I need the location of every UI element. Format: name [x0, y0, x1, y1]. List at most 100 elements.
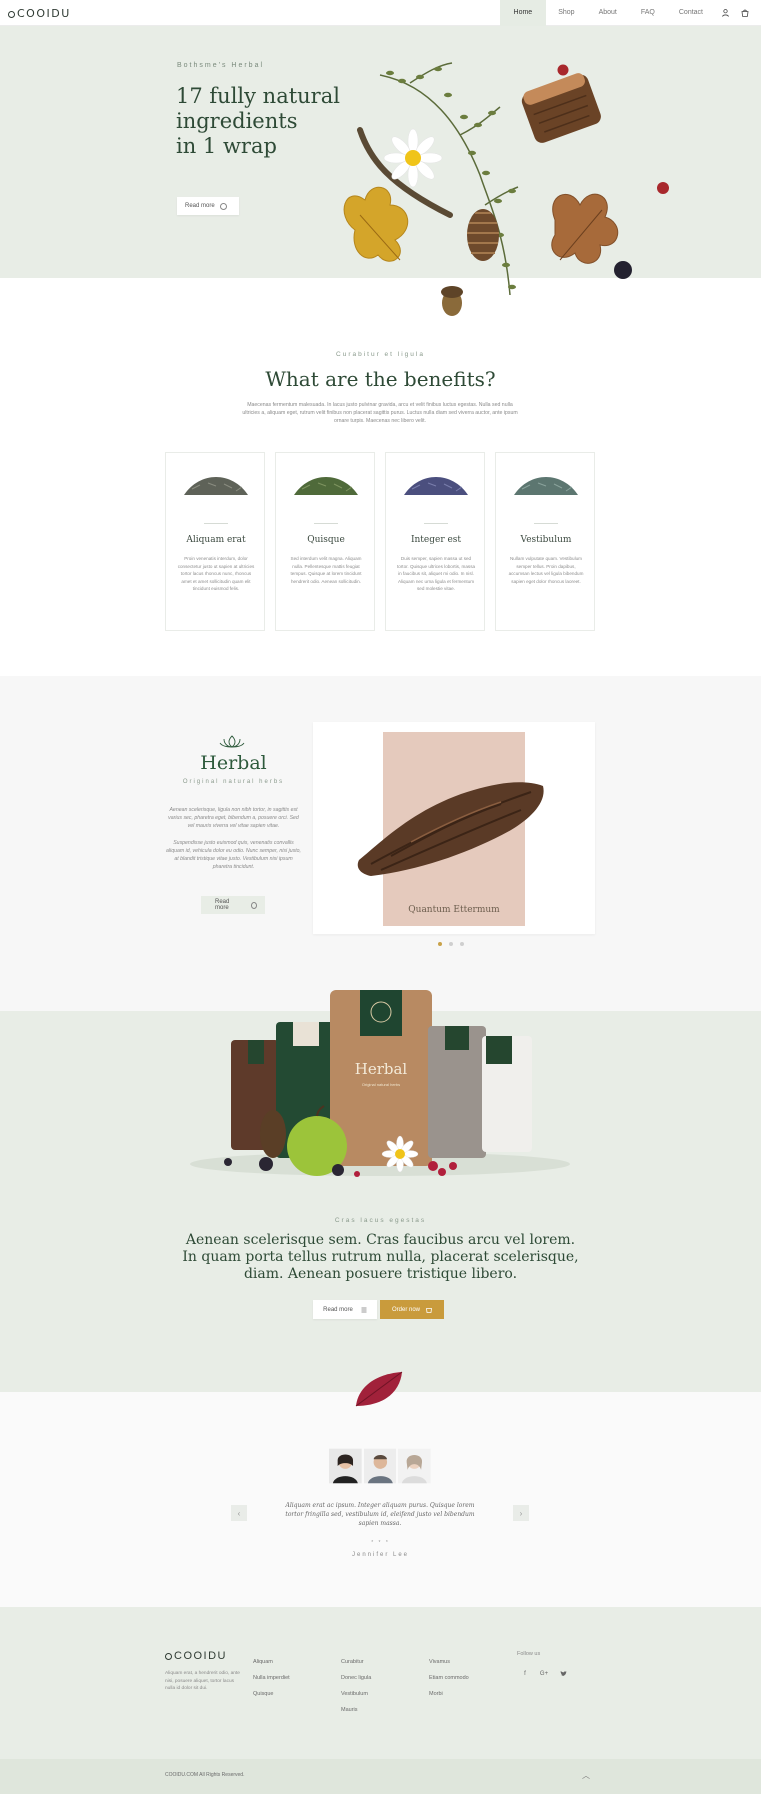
card-text: Sed interdum velit magna. Aliquam nulla.…: [290, 556, 362, 584]
hero-read-more-label: Read more: [185, 203, 215, 209]
nav-faq[interactable]: FAQ: [629, 0, 667, 26]
product-read-more-button[interactable]: Read more: [313, 1300, 377, 1319]
arrow-circle-icon: [219, 202, 227, 210]
card-divider: [204, 523, 228, 524]
product-headline: Aenean scelerisque sem. Cras faucibus ar…: [182, 1232, 579, 1282]
footer-about: Aliquam erat, a hendrerit odio, ante nis…: [165, 1671, 240, 1691]
card-title: Aliquam erat: [186, 535, 246, 545]
footer-link[interactable]: Etiam commodo: [429, 1670, 469, 1686]
nav-shop[interactable]: Shop: [546, 0, 586, 26]
slide-caption: Quantum Ettermum: [408, 905, 500, 915]
twitter-icon[interactable]: [556, 1667, 570, 1681]
card-title: Quisque: [307, 535, 345, 545]
benefit-card[interactable]: Aliquam erat Proin venenatis interdum, d…: [165, 452, 265, 631]
footer-column-2: Curabitur Donec ligula Vestibulum Mauris: [341, 1654, 371, 1718]
hero-kicker: Bothsme's Herbal: [177, 62, 265, 69]
copyright: COOIDU.COM All Rights Reserved.: [165, 1772, 245, 1778]
logo-mark-icon: [8, 11, 15, 18]
nav-about[interactable]: About: [587, 0, 629, 26]
bag-label: Herbal: [355, 1060, 408, 1078]
footer-link[interactable]: Vivamus: [429, 1654, 469, 1670]
arrow-circle-icon: [250, 901, 257, 909]
testimonial-next-button[interactable]: ›: [513, 1505, 529, 1521]
nav-contact[interactable]: Contact: [667, 0, 715, 26]
hero-read-more-button[interactable]: Read more: [177, 197, 239, 215]
card-divider: [314, 523, 338, 524]
card-divider: [424, 523, 448, 524]
carousel-dots: [438, 942, 464, 946]
avatar[interactable]: [329, 1448, 362, 1484]
card-title: Integer est: [410, 535, 462, 545]
bark-image: [357, 782, 544, 876]
carousel-dot[interactable]: [449, 942, 453, 946]
carousel-dot[interactable]: [460, 942, 464, 946]
benefit-card[interactable]: Quisque Sed interdum velit magna. Aliqua…: [275, 452, 375, 631]
benefit-card[interactable]: Integer est Duis semper, sapien massa ut…: [385, 452, 485, 631]
feature-paragraph-2: Suspendisse justo euismod quis, venenati…: [166, 840, 301, 870]
cart-icon: [426, 1307, 432, 1313]
avatar[interactable]: [363, 1448, 397, 1484]
footer-link[interactable]: Vestibulum: [341, 1686, 371, 1702]
main-nav: Home Shop About FAQ Contact: [499, 0, 761, 26]
footer-link[interactable]: Aliquam: [253, 1654, 290, 1670]
herb-pile-image: [514, 477, 578, 495]
footer-link[interactable]: Donec ligula: [341, 1670, 371, 1686]
back-to-top-chevron-up-icon[interactable]: ︿: [582, 1770, 590, 1781]
card-text: Proin venenatis interdum, dolor consecte…: [177, 556, 255, 591]
hero-botanicals-image: [343, 62, 669, 316]
benefits-title: What are the benefits?: [265, 367, 496, 391]
product-read-more-label: Read more: [323, 1306, 353, 1313]
google-plus-icon[interactable]: G+: [537, 1667, 551, 1681]
card-divider: [534, 523, 558, 524]
brand-logo[interactable]: COOIDU: [8, 7, 71, 20]
footer-logo[interactable]: COOIDU: [165, 1650, 227, 1662]
nav-home[interactable]: Home: [499, 0, 547, 26]
user-icon[interactable]: [715, 0, 735, 26]
follow-us-label: Follow us: [517, 1651, 541, 1657]
facebook-icon[interactable]: f: [518, 1667, 532, 1681]
benefit-card[interactable]: Vestibulum Nullam vulputate quam. Vestib…: [495, 452, 595, 631]
card-title: Vestibulum: [520, 535, 572, 545]
lotus-logo-icon: [219, 735, 245, 748]
avatar[interactable]: [398, 1448, 432, 1484]
footer-column-3: Vivamus Etiam commodo Morbi: [429, 1654, 469, 1702]
footer-link[interactable]: Mauris: [341, 1702, 371, 1718]
feature-paragraph-1: Aenean scelerisque, ligula non nibh tort…: [168, 807, 299, 829]
feature-read-more-button[interactable]: Read more: [201, 896, 265, 914]
herb-pile-image: [404, 477, 468, 495]
testimonial-author: Jennifer Lee: [351, 1552, 410, 1558]
list-icon: [361, 1307, 367, 1312]
footer-link[interactable]: Quisque: [253, 1686, 290, 1702]
site-header: COOIDU Home Shop About FAQ Contact: [0, 0, 761, 26]
brand-name: COOIDU: [17, 7, 71, 20]
testimonial-section: [0, 1392, 761, 1607]
page: COOIDU Home Shop About FAQ Contact Boths…: [0, 0, 761, 1794]
site-footer: [0, 1607, 761, 1759]
herb-pile-image: [294, 477, 358, 495]
order-now-label: Order now: [391, 1306, 420, 1313]
bag-sub-label: Original natural herbs: [362, 1082, 400, 1087]
cart-icon[interactable]: [735, 0, 755, 26]
order-now-button[interactable]: Order now: [380, 1300, 444, 1319]
footer-bottom-bar: [0, 1759, 761, 1794]
footer-link[interactable]: Curabitur: [341, 1654, 371, 1670]
red-leaf-image: [355, 1371, 403, 1407]
carousel-dot[interactable]: [438, 942, 442, 946]
benefits-intro: Maecenas fermentum malesuada. In lacus j…: [242, 402, 518, 424]
card-text: Nullam vulputate quam. Vestibulum semper…: [508, 556, 584, 584]
testimonial-prev-button[interactable]: ‹: [231, 1505, 247, 1521]
footer-link[interactable]: Nulla imperdiet: [253, 1670, 290, 1686]
herb-pile-image: [184, 477, 248, 495]
testimonial-quote: Aliquam erat ac ipsum. Integer aliquam p…: [285, 1502, 475, 1527]
footer-column-1: Aliquam Nulla imperdiet Quisque: [253, 1654, 290, 1702]
feature-read-more-label: Read more: [215, 899, 230, 911]
footer-link[interactable]: Morbi: [429, 1686, 469, 1702]
avatar-strip: [329, 1448, 432, 1484]
card-text: Duis semper, sapien massa ut sed tortor.…: [396, 556, 476, 591]
product-kicker: Cras lacus egestas: [334, 1217, 427, 1224]
product-slide[interactable]: Quantum Ettermum: [313, 722, 595, 934]
testimonial-stars: * * *: [371, 1540, 390, 1546]
logo-mark-icon: [165, 1653, 172, 1660]
product-packaging-image: Herbal Original natural herbs: [190, 990, 570, 1177]
footer-brand-name: COOIDU: [174, 1650, 227, 1662]
